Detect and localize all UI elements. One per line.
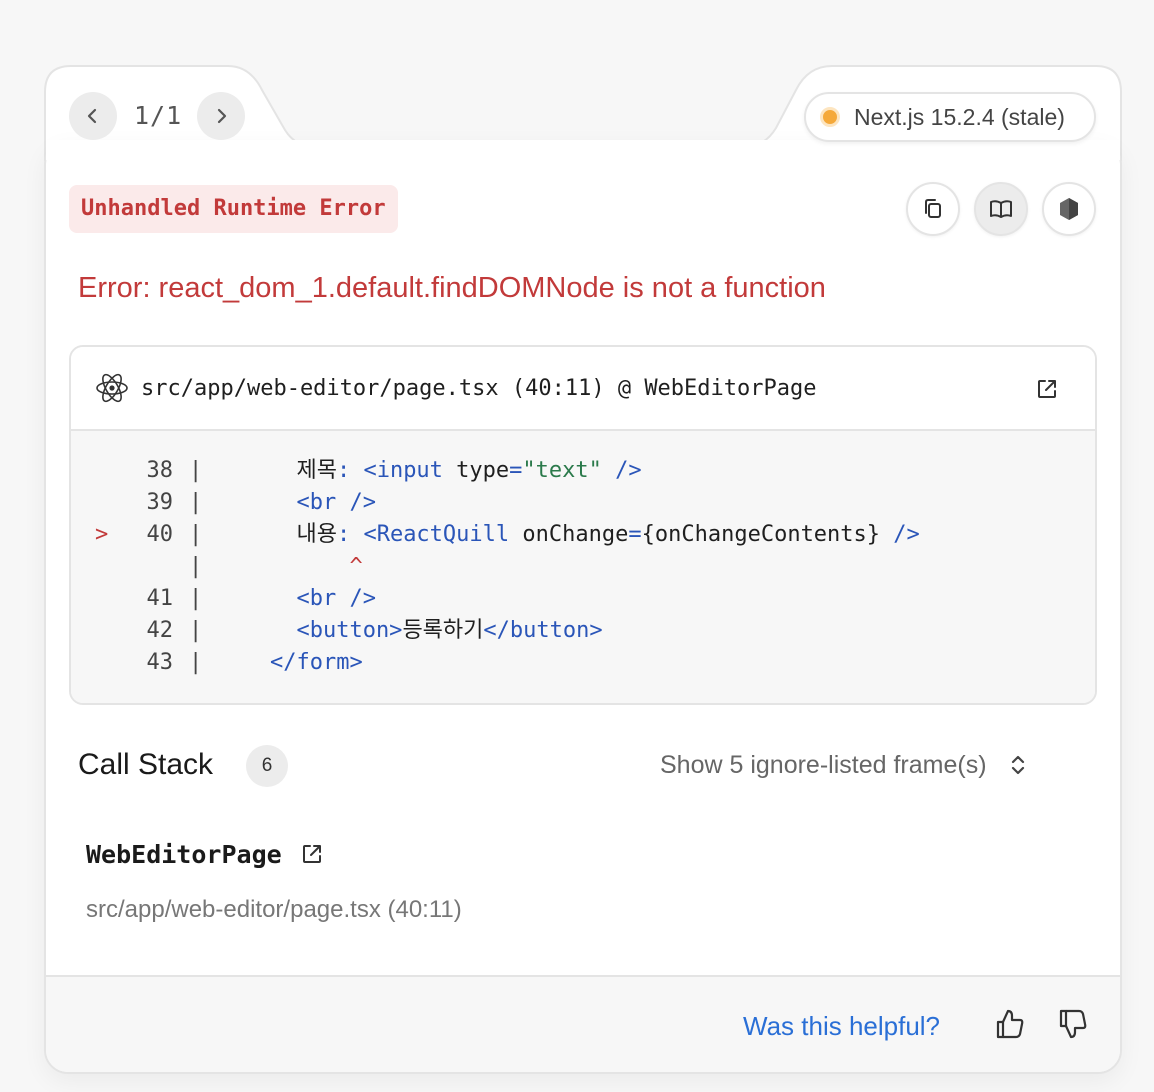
thumbs-down-icon[interactable] bbox=[1055, 1006, 1091, 1042]
previous-error-button[interactable] bbox=[69, 92, 117, 140]
code-line: 43 | </form> bbox=[71, 647, 1095, 679]
line-number: 38 bbox=[146, 458, 174, 483]
code-token: </button> bbox=[483, 618, 603, 643]
nextjs-version-badge[interactable]: Next.js 15.2.4 (stale) bbox=[804, 92, 1096, 142]
code-source: <br /> bbox=[217, 583, 376, 615]
code-token: type bbox=[442, 458, 510, 483]
gutter-separator: | bbox=[189, 586, 203, 611]
code-line: 38 | 제목: <input type="text" /> bbox=[71, 455, 1095, 487]
code-line: 42 | <button>등록하기</button> bbox=[71, 615, 1095, 647]
chevron-up-down-icon bbox=[1011, 755, 1024, 775]
gutter-separator: | bbox=[189, 650, 203, 675]
stack-frame[interactable]: WebEditorPage bbox=[86, 835, 324, 873]
code-source: 내용: <ReactQuill onChange={onChangeConten… bbox=[217, 519, 920, 551]
error-page-count: 1/1 bbox=[134, 101, 183, 130]
feedback-prompt: Was this helpful? bbox=[743, 1011, 941, 1041]
show-ignored-frames-toggle[interactable]: Show 5 ignore-listed frame(s) bbox=[660, 745, 1031, 785]
code-line: | ^ bbox=[71, 551, 1095, 583]
code-token: /> bbox=[880, 522, 920, 547]
code-token: 제목 bbox=[217, 458, 337, 483]
code-token: : bbox=[336, 522, 364, 547]
code-frame-path: src/app/web-editor/page.tsx (40:11) @ We… bbox=[141, 375, 817, 401]
gutter-separator: | bbox=[189, 490, 203, 515]
code-token: <button> bbox=[217, 618, 403, 643]
code-token: /> bbox=[601, 458, 642, 483]
book-icon bbox=[990, 200, 1012, 218]
code-source: ^ bbox=[217, 551, 363, 583]
open-in-editor-icon[interactable] bbox=[300, 842, 324, 866]
code-source: </form> bbox=[217, 647, 363, 679]
gutter-separator: | bbox=[189, 618, 203, 643]
stack-frame-name: WebEditorPage bbox=[86, 839, 282, 869]
nodejs-inspector-button[interactable] bbox=[1042, 182, 1096, 236]
code-line: >40 | 내용: <ReactQuill onChange={onChangeC… bbox=[71, 519, 1095, 551]
code-token: 내용 bbox=[217, 522, 337, 547]
stack-frame-location: src/app/web-editor/page.tsx (40:11) bbox=[86, 896, 462, 923]
code-frame-body: 38 | 제목: <input type="text" /> 39 | <br /> >… bbox=[71, 431, 1095, 703]
code-token: = bbox=[628, 522, 642, 547]
call-stack-count-badge: 6 bbox=[246, 745, 288, 787]
docs-button[interactable] bbox=[974, 182, 1028, 236]
code-token: "text" bbox=[522, 458, 602, 483]
chevron-right-icon bbox=[217, 108, 227, 124]
code-token: : bbox=[336, 458, 364, 483]
error-line-marker: > bbox=[95, 522, 109, 547]
next-error-button[interactable] bbox=[197, 92, 245, 140]
feedback-footer bbox=[46, 975, 1120, 1072]
code-token: <br /> bbox=[217, 586, 376, 611]
line-number: 42 bbox=[146, 618, 174, 643]
code-token: <input bbox=[363, 458, 443, 483]
code-token: onChange bbox=[509, 522, 629, 547]
call-stack-title: Call Stack bbox=[78, 748, 214, 781]
code-source: 제목: <input type="text" /> bbox=[217, 455, 642, 487]
stale-status-dot bbox=[820, 107, 840, 127]
line-number: 40 bbox=[146, 522, 174, 547]
code-source: <br /> bbox=[217, 487, 376, 519]
copy-icon bbox=[925, 199, 941, 218]
error-message: Error: react_dom_1.default.findDOMNode i… bbox=[78, 272, 826, 304]
code-frame-header: src/app/web-editor/page.tsx (40:11) @ We… bbox=[71, 347, 1095, 431]
gutter-separator: | bbox=[189, 522, 203, 547]
code-line: 39 | <br /> bbox=[71, 487, 1095, 519]
nodejs-icon bbox=[1060, 198, 1078, 220]
line-number: 43 bbox=[146, 650, 174, 675]
react-icon bbox=[96, 373, 128, 403]
code-token: </form> bbox=[217, 650, 363, 675]
code-line: 41 | <br /> bbox=[71, 583, 1095, 615]
copy-error-button[interactable] bbox=[906, 182, 960, 236]
code-token: {onChangeContents} bbox=[641, 522, 881, 547]
chevron-left-icon bbox=[87, 108, 97, 124]
code-frame: src/app/web-editor/page.tsx (40:11) @ We… bbox=[69, 345, 1097, 705]
gutter-separator: | bbox=[189, 458, 203, 483]
gutter-separator: | bbox=[189, 554, 203, 579]
open-in-editor-icon[interactable] bbox=[1035, 377, 1059, 401]
code-token: <br /> bbox=[217, 490, 376, 515]
nextjs-version-label: Next.js 15.2.4 (stale) bbox=[854, 103, 1065, 130]
show-ignored-frames-label: Show 5 ignore-listed frame(s) bbox=[660, 751, 987, 779]
line-number: 41 bbox=[146, 586, 174, 611]
error-type-badge: Unhandled Runtime Error bbox=[69, 185, 398, 233]
line-number: 39 bbox=[146, 490, 174, 515]
code-token: <ReactQuill bbox=[363, 522, 510, 547]
code-token: 등록하기 bbox=[402, 618, 484, 643]
thumbs-up-icon[interactable] bbox=[992, 1006, 1028, 1042]
code-source: <button>등록하기</button> bbox=[217, 615, 603, 647]
error-overlay: 1/1 Next.js 15.2.4 (stale) Unhandled Run… bbox=[0, 0, 1154, 1092]
code-token: = bbox=[509, 458, 523, 483]
code-token: ^ bbox=[217, 554, 363, 579]
